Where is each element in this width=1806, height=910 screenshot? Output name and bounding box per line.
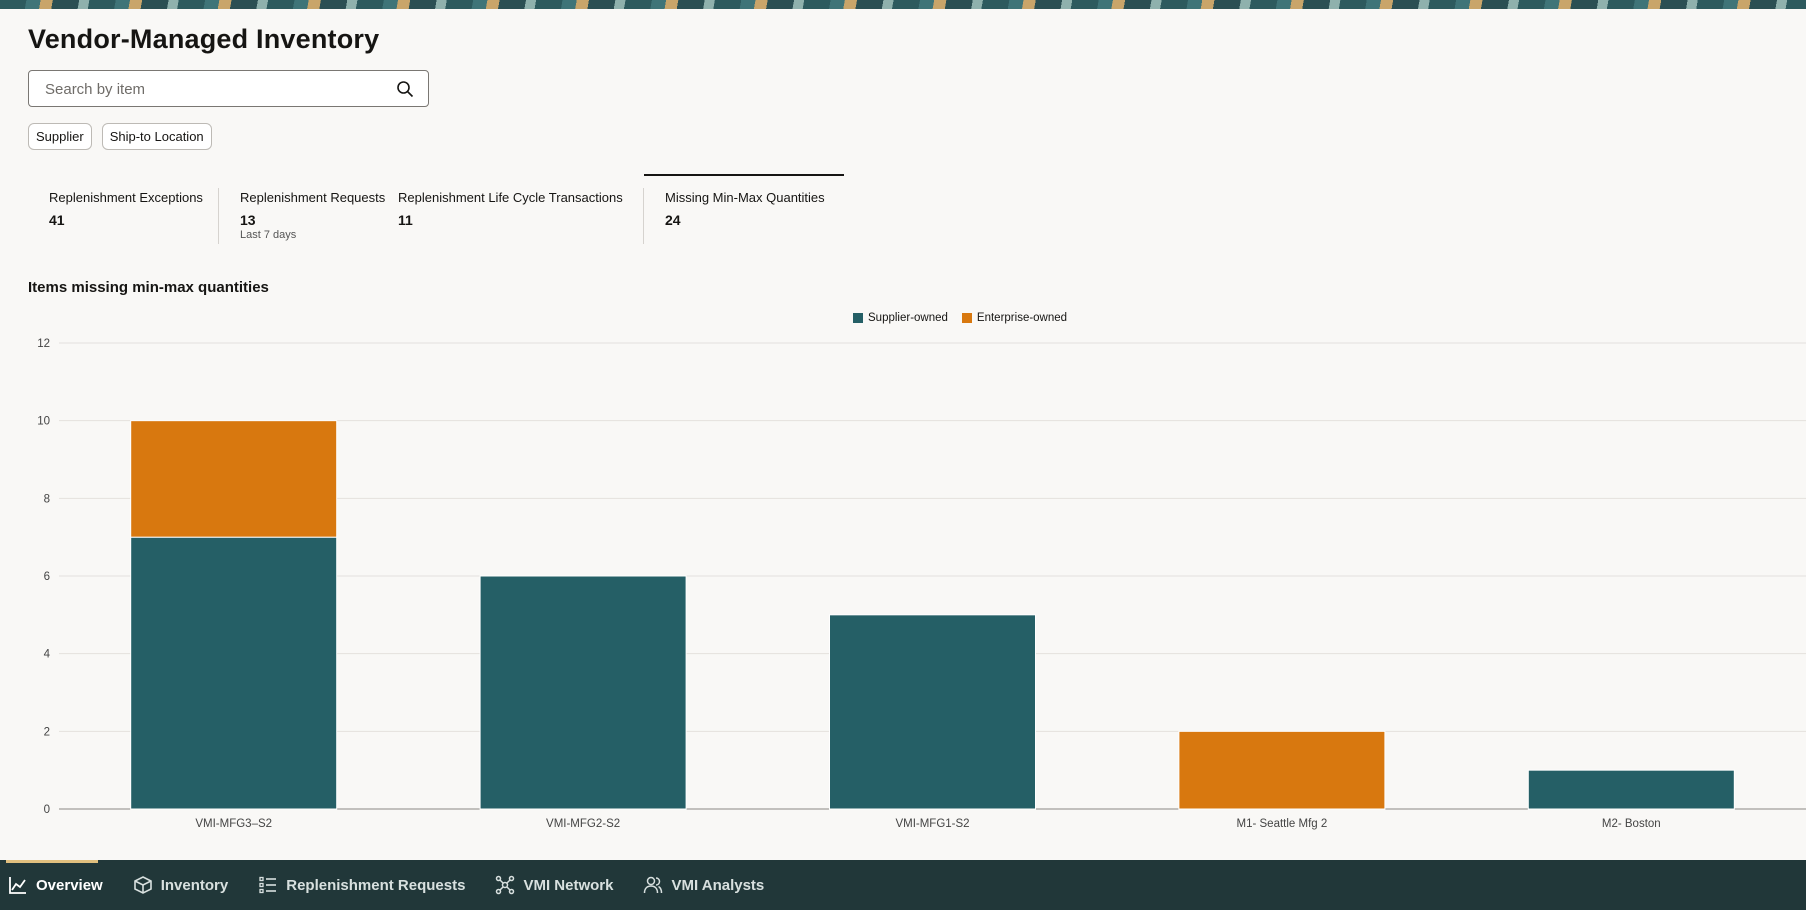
metrics-tabs: Replenishment Exceptions 41 Replenishmen…	[28, 174, 844, 244]
metric-replenishment-exceptions[interactable]: Replenishment Exceptions 41	[28, 174, 218, 244]
header-banner	[0, 0, 1806, 9]
metric-replenishment-requests[interactable]: Replenishment Requests 13 Last 7 days	[218, 188, 398, 244]
metric-value: 13	[240, 212, 256, 228]
nav-tab-overview[interactable]: Overview	[8, 875, 103, 895]
nav-tab-vmi-analysts[interactable]: VMI Analysts	[643, 875, 764, 895]
metric-label: Replenishment Life Cycle Transactions	[398, 190, 623, 205]
nav-tab-label: Inventory	[160, 876, 229, 894]
metric-value: 24	[665, 212, 681, 228]
nav-tab-label: VMI Network	[523, 876, 614, 894]
filter-chip-ship-to-location[interactable]: Ship-to Location	[101, 123, 212, 150]
metric-value: 11	[398, 212, 413, 228]
search-icon[interactable]	[396, 80, 414, 98]
nav-tab-replenishment-requests[interactable]: Replenishment Requests	[258, 875, 465, 895]
nav-tab-label: Overview	[36, 876, 103, 894]
y-tick-label: 8	[44, 493, 50, 505]
metric-label: Replenishment Exceptions	[49, 190, 203, 205]
legend-label: Enterprise-owned	[976, 312, 1068, 324]
filter-chips: Supplier Ship-to Location	[28, 123, 212, 150]
nav-tab-vmi-network[interactable]: VMI Network	[495, 875, 613, 895]
metric-missing-min-max-quantities[interactable]: Missing Min-Max Quantities 24	[644, 174, 844, 244]
x-tick-label: M2- Boston	[1602, 818, 1661, 830]
metric-value: 41	[49, 212, 65, 228]
bar-segment[interactable]	[1527, 769, 1735, 810]
metric-replenishment-life-cycle-transactions[interactable]: Replenishment Life Cycle Transactions 11	[398, 174, 643, 244]
stacked-bar-chart: 0 2 4 6 8 10 12 VMI-MFG3–S2 VMI-MFG2-S2 VMI-MFG1-…	[37, 338, 1806, 830]
bar-segment[interactable]	[829, 614, 1036, 810]
metric-label: Missing Min-Max Quantities	[665, 190, 825, 205]
bottom-navigation: Overview Inventory Replenishment Request…	[0, 860, 1806, 910]
list-icon	[259, 876, 277, 894]
y-tick-label: 6	[44, 571, 50, 583]
y-tick-label: 12	[37, 338, 50, 350]
legend-swatch	[853, 313, 863, 323]
legend-item-supplier-owned[interactable]: Supplier-owned	[853, 312, 948, 324]
bar-segment[interactable]	[479, 575, 687, 810]
search-input[interactable]	[43, 71, 387, 108]
search-box[interactable]	[28, 70, 429, 108]
y-tick-label: 10	[37, 416, 50, 428]
legend-item-enterprise-owned[interactable]: Enterprise-owned	[961, 312, 1068, 324]
y-tick-label: 2	[44, 726, 50, 738]
legend-swatch	[961, 313, 972, 323]
cube-icon	[133, 876, 152, 894]
bar-segment[interactable]	[1178, 730, 1386, 810]
bar-segment[interactable]	[130, 536, 338, 810]
y-tick-label: 4	[44, 649, 51, 661]
x-tick-label: VMI-MFG2-S2	[546, 818, 620, 830]
metric-subtext: Last 7 days	[240, 229, 297, 241]
nav-tab-label: VMI Analysts	[671, 876, 765, 894]
network-icon	[496, 875, 515, 895]
chart-section-title: Items missing min-max quantities	[28, 279, 269, 296]
line-chart-icon	[9, 877, 26, 894]
x-tick-label: M1- Seattle Mfg 2	[1237, 818, 1328, 830]
x-tick-label: VMI-MFG3–S2	[195, 818, 272, 830]
nav-tab-inventory[interactable]: Inventory	[133, 875, 229, 895]
legend-label: Supplier-owned	[868, 312, 948, 324]
bar-segment[interactable]	[130, 420, 338, 538]
filter-chip-supplier[interactable]: Supplier	[28, 123, 92, 150]
x-tick-label: VMI-MFG1-S2	[895, 818, 969, 830]
page-title: Vendor-Managed Inventory	[28, 24, 380, 54]
y-tick-label: 0	[44, 804, 50, 816]
chart-legend: Supplier-owned Enterprise-owned	[853, 312, 1067, 324]
nav-tab-label: Replenishment Requests	[286, 876, 466, 894]
metric-label: Replenishment Requests	[240, 190, 386, 205]
users-icon	[644, 876, 663, 894]
